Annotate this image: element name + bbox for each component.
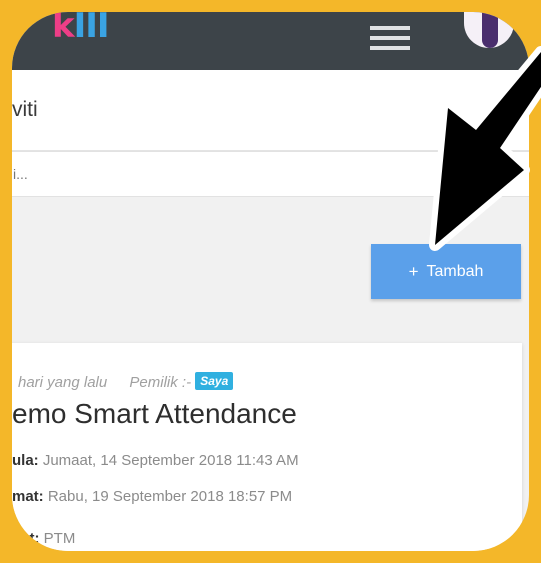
page-header bbox=[12, 70, 529, 151]
end-value: Rabu, 19 September 2018 18:57 PM bbox=[47, 488, 293, 505]
plus-icon: + bbox=[408, 261, 419, 281]
end-key: mat: bbox=[12, 488, 44, 505]
app-logo[interactable]: kIII bbox=[52, 12, 110, 46]
start-key: ula: bbox=[12, 452, 39, 469]
event-title[interactable]: emo Smart Attendance bbox=[12, 398, 297, 430]
app-screen: kIII viti i... + Tambah hari yang lalu P… bbox=[12, 12, 529, 551]
add-button[interactable]: + Tambah bbox=[371, 244, 521, 299]
page-title: viti bbox=[12, 98, 38, 121]
start-value: Jumaat, 14 September 2018 11:43 AM bbox=[42, 452, 299, 469]
place-key: pat: bbox=[12, 530, 40, 547]
hamburger-menu-icon[interactable] bbox=[370, 26, 410, 50]
event-start: ula: Jumaat, 14 September 2018 11:43 AM bbox=[12, 452, 299, 469]
search-input-text: i... bbox=[13, 166, 28, 182]
owner-badge: Saya bbox=[195, 372, 234, 390]
avatar[interactable] bbox=[464, 12, 514, 48]
event-place: pat: PTM bbox=[12, 530, 75, 547]
add-button-label: Tambah bbox=[426, 262, 484, 280]
time-ago: hari yang lalu bbox=[18, 374, 108, 391]
owner-label: Pemilik :- bbox=[129, 374, 192, 391]
search-input[interactable]: i... bbox=[12, 151, 529, 197]
place-value: PTM bbox=[43, 530, 76, 547]
event-end: mat: Rabu, 19 September 2018 18:57 PM bbox=[12, 488, 292, 505]
top-navbar: kIII bbox=[12, 12, 529, 70]
event-meta: hari yang lalu Pemilik :- Saya bbox=[18, 372, 234, 391]
